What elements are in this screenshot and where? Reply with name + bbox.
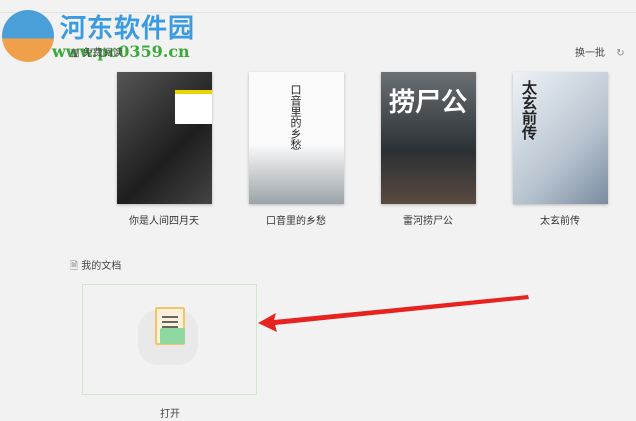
book-title-2[interactable]: 口音里的乡愁 xyxy=(236,212,356,227)
refresh-icon: ↻ xyxy=(616,48,625,59)
book-title-4[interactable]: 太玄前传 xyxy=(500,212,620,227)
open-label[interactable]: 打开 xyxy=(160,405,180,420)
my-docs-title: 我的文档 xyxy=(81,261,122,272)
free-reading-title: 免费阅读 xyxy=(82,48,123,59)
book-title-1[interactable]: 你是人间四月天 xyxy=(104,212,224,227)
book-title-3[interactable]: 雷河捞尸公 xyxy=(368,212,488,227)
refresh-batch-button[interactable]: 换一批 ↻ xyxy=(575,44,625,59)
watermark-logo xyxy=(2,10,54,62)
open-document-card[interactable] xyxy=(82,284,257,395)
my-docs-header: 🗎 我的文档 xyxy=(70,257,121,276)
refresh-label: 换一批 xyxy=(575,48,605,59)
book-cover-3[interactable]: 捞尸公 xyxy=(381,72,476,204)
document-icon: 🗎 xyxy=(70,261,79,272)
book-cover-4[interactable]: 太玄前传 xyxy=(513,72,608,204)
book-cover-1[interactable] xyxy=(117,72,212,204)
watermark-title: 河东软件园 xyxy=(60,14,196,44)
book-icon: ▥ xyxy=(70,48,80,59)
red-arrow-annotation xyxy=(258,295,529,332)
folder-front xyxy=(160,328,185,344)
book-cover-2[interactable]: 口音里的乡愁 xyxy=(249,72,344,204)
free-reading-header: ▥ 免费阅读 xyxy=(70,44,123,59)
